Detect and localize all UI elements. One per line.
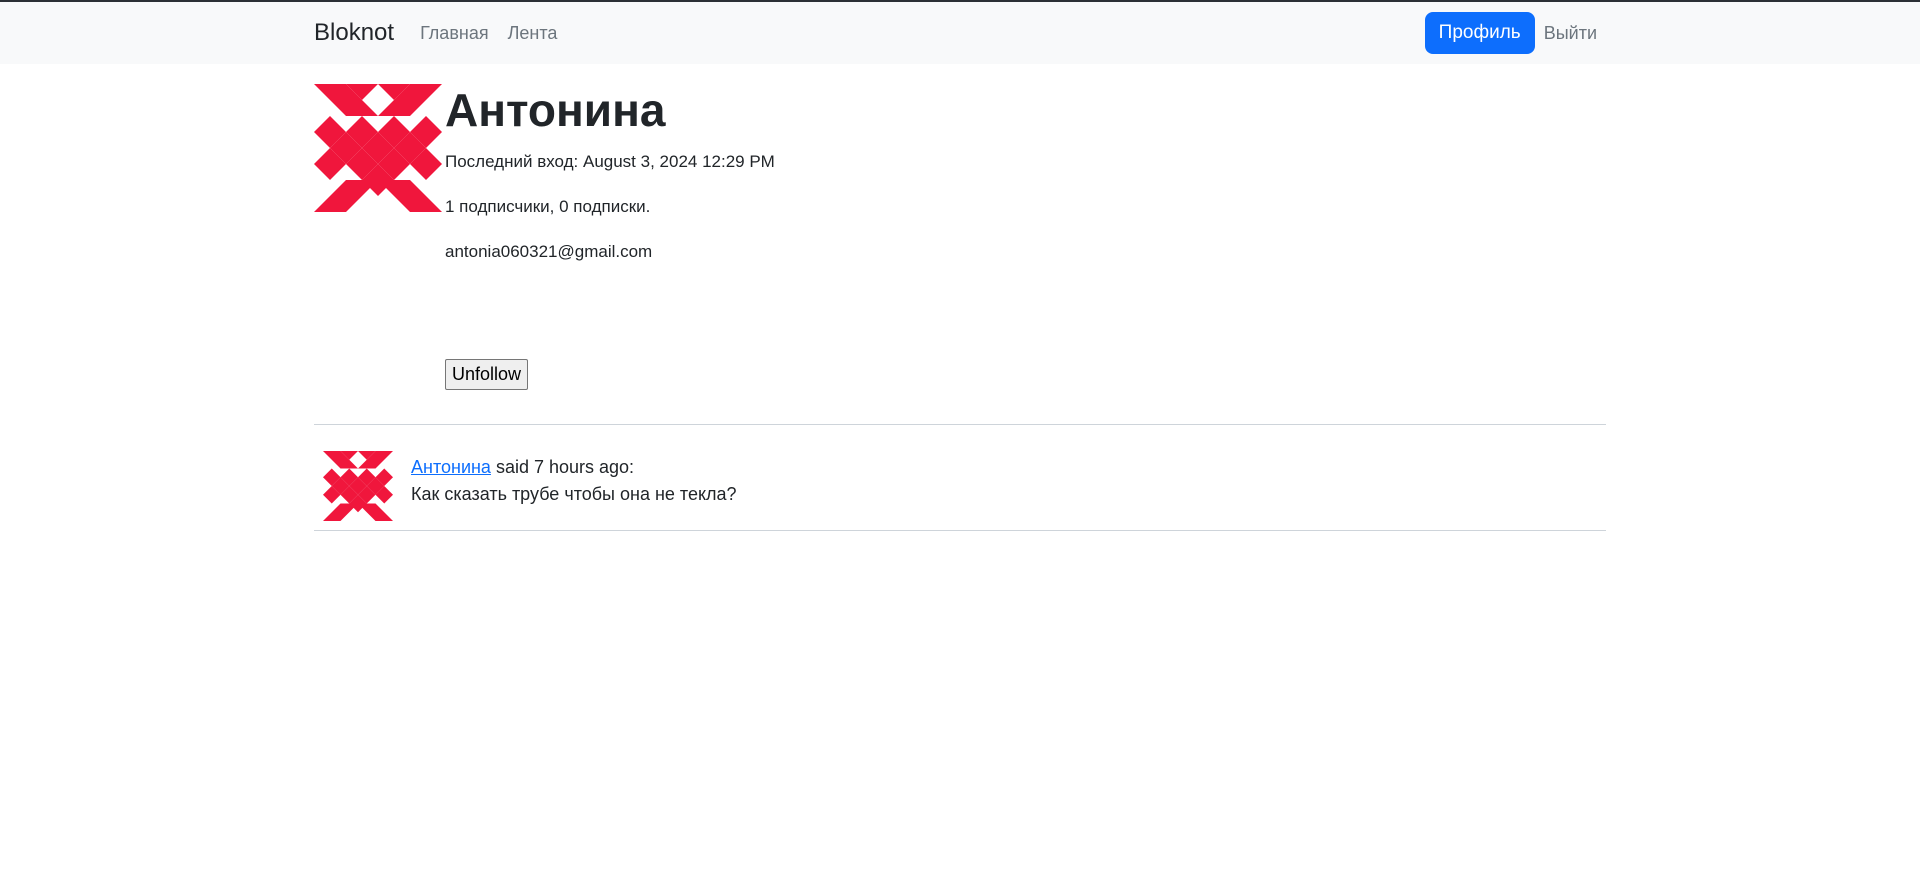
post-header: Антонина said 7 hours ago: bbox=[411, 454, 737, 481]
profile-section: Антонина Последний вход: August 3, 2024 … bbox=[314, 64, 1606, 424]
profile-email: antonia060321@gmail.com bbox=[445, 242, 653, 261]
profile-button[interactable]: Профиль bbox=[1424, 12, 1535, 54]
nav-link-feed[interactable]: Лента bbox=[508, 23, 558, 44]
nav-link-home[interactable]: Главная bbox=[420, 23, 489, 44]
brand-link[interactable]: Bloknot bbox=[314, 19, 394, 47]
navbar: Bloknot Главная Лента Профиль Выйти bbox=[0, 2, 1920, 64]
navbar-inner: Bloknot Главная Лента Профиль Выйти bbox=[314, 2, 1606, 64]
identicon-avatar-icon bbox=[314, 84, 442, 212]
post-divider bbox=[314, 530, 1606, 531]
followers-count: 1 подписчики, 0 подписки. bbox=[445, 197, 651, 216]
main-content: Антонина Последний вход: August 3, 2024 … bbox=[314, 64, 1606, 531]
post-body: Антонина said 7 hours ago: Как сказать т… bbox=[411, 454, 737, 508]
logout-link[interactable]: Выйти bbox=[1544, 23, 1597, 44]
last-seen-text: Последний вход: August 3, 2024 12:29 PM bbox=[445, 152, 775, 171]
post-author-link[interactable]: Антонина bbox=[411, 457, 491, 477]
profile-info: Антонина Последний вход: August 3, 2024 … bbox=[445, 82, 775, 390]
post-item: Антонина said 7 hours ago: Как сказать т… bbox=[314, 424, 1606, 530]
profile-name: Антонина bbox=[445, 84, 666, 136]
identicon-avatar-icon[interactable] bbox=[323, 451, 393, 521]
post-text: Как сказать трубе чтобы она не текла? bbox=[411, 484, 737, 504]
unfollow-button[interactable]: Unfollow bbox=[445, 359, 529, 390]
post-said-text: said 7 hours ago: bbox=[495, 457, 635, 477]
